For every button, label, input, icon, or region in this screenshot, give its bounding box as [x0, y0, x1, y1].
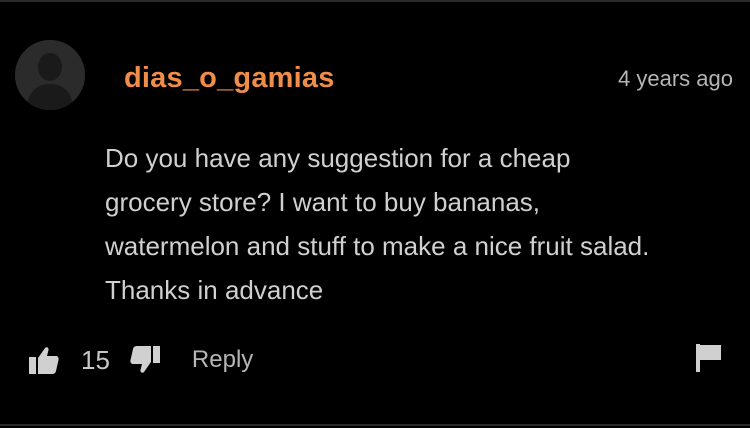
- username[interactable]: dias_o_gamias: [124, 62, 335, 95]
- flag-icon[interactable]: [694, 342, 724, 374]
- thumbs-up-icon[interactable]: [27, 343, 61, 377]
- comment-line: Do you have any suggestion for a cheap: [105, 143, 571, 173]
- thumbs-down-icon[interactable]: [128, 343, 162, 377]
- avatar[interactable]: [15, 40, 85, 110]
- comment-line: Thanks in advance: [105, 275, 324, 305]
- vote-count: 15: [81, 344, 110, 375]
- default-user-avatar-icon: [15, 40, 85, 110]
- comment-actions: 15 Reply: [27, 340, 253, 380]
- comment-body: Do you have any suggestion for a cheap g…: [105, 136, 745, 312]
- timestamp: 4 years ago: [618, 66, 733, 91]
- reply-button[interactable]: Reply: [192, 346, 253, 374]
- top-divider: [0, 0, 750, 2]
- bottom-divider: [0, 424, 750, 426]
- comment-line: watermelon and stuff to make a nice frui…: [105, 231, 650, 261]
- comment-line: grocery store? I want to buy bananas,: [105, 187, 541, 217]
